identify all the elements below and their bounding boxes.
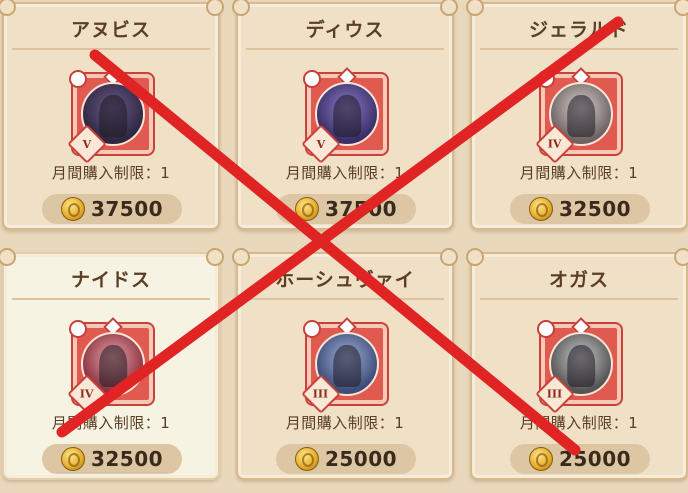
price-button[interactable]: 32500 [42, 444, 182, 474]
purchase-limit: 月間購入制限：1 [519, 414, 639, 432]
card-title: アヌビス [70, 18, 151, 41]
hero-portrait: III [535, 317, 623, 414]
gold-coin-icon [528, 447, 553, 471]
gold-coin-icon [60, 197, 85, 221]
purchase-limit: 月間購入制限：1 [51, 414, 171, 432]
price-button[interactable]: 25000 [276, 444, 416, 474]
hero-shop-grid: アヌビス V 月間購入制限：1 37500 ディウス V 月間購入制限：1 37… [0, 0, 688, 493]
price-value: 25000 [324, 447, 398, 471]
gold-coin-icon [294, 447, 319, 471]
card-divider [480, 298, 678, 300]
card-title: オガス [548, 268, 609, 291]
frame-ring-icon [69, 70, 87, 88]
price-value: 37500 [90, 197, 164, 221]
frame-ring-icon [537, 320, 555, 338]
card-divider [12, 298, 210, 300]
card-title: ホーシュヴァイ [275, 268, 415, 291]
gold-coin-icon [528, 197, 553, 221]
hero-portrait: IV [67, 317, 155, 414]
card-title: ジェラルド [528, 18, 629, 41]
shop-card-dius[interactable]: ディウス V 月間購入制限：1 37500 [232, 0, 458, 230]
hero-portrait: III [301, 317, 389, 414]
purchase-limit: 月間購入制限：1 [519, 164, 639, 182]
shop-card-anubis[interactable]: アヌビス V 月間購入制限：1 37500 [0, 0, 224, 230]
price-value: 25000 [558, 447, 632, 471]
purchase-limit: 月間購入制限：1 [285, 414, 405, 432]
card-title: ナイドス [70, 268, 151, 291]
price-value: 37500 [324, 197, 398, 221]
card-title: ディウス [305, 18, 385, 41]
price-button[interactable]: 25000 [510, 444, 650, 474]
price-button[interactable]: 37500 [42, 194, 182, 224]
card-divider [12, 48, 210, 50]
gold-coin-icon [60, 447, 85, 471]
hero-portrait: IV [535, 67, 623, 164]
price-value: 32500 [558, 197, 632, 221]
shop-card-ogas[interactable]: オガス III 月間購入制限：1 25000 [466, 248, 688, 480]
purchase-limit: 月間購入制限：1 [285, 164, 405, 182]
card-divider [480, 48, 678, 50]
frame-ring-icon [303, 70, 321, 88]
card-divider [246, 298, 444, 300]
gold-coin-icon [294, 197, 319, 221]
frame-ring-icon [303, 320, 321, 338]
frame-ring-icon [69, 320, 87, 338]
hero-portrait: V [301, 67, 389, 164]
shop-card-gerald[interactable]: ジェラルド IV 月間購入制限：1 32500 [466, 0, 688, 230]
card-divider [246, 48, 444, 50]
price-button[interactable]: 32500 [510, 194, 650, 224]
frame-ring-icon [537, 70, 555, 88]
shop-card-naidos[interactable]: ナイドス IV 月間購入制限：1 32500 [0, 248, 224, 480]
shop-card-hoshuvai[interactable]: ホーシュヴァイ III 月間購入制限：1 25000 [232, 248, 458, 480]
price-value: 32500 [90, 447, 164, 471]
purchase-limit: 月間購入制限：1 [51, 164, 171, 182]
hero-portrait: V [67, 67, 155, 164]
price-button[interactable]: 37500 [276, 194, 416, 224]
